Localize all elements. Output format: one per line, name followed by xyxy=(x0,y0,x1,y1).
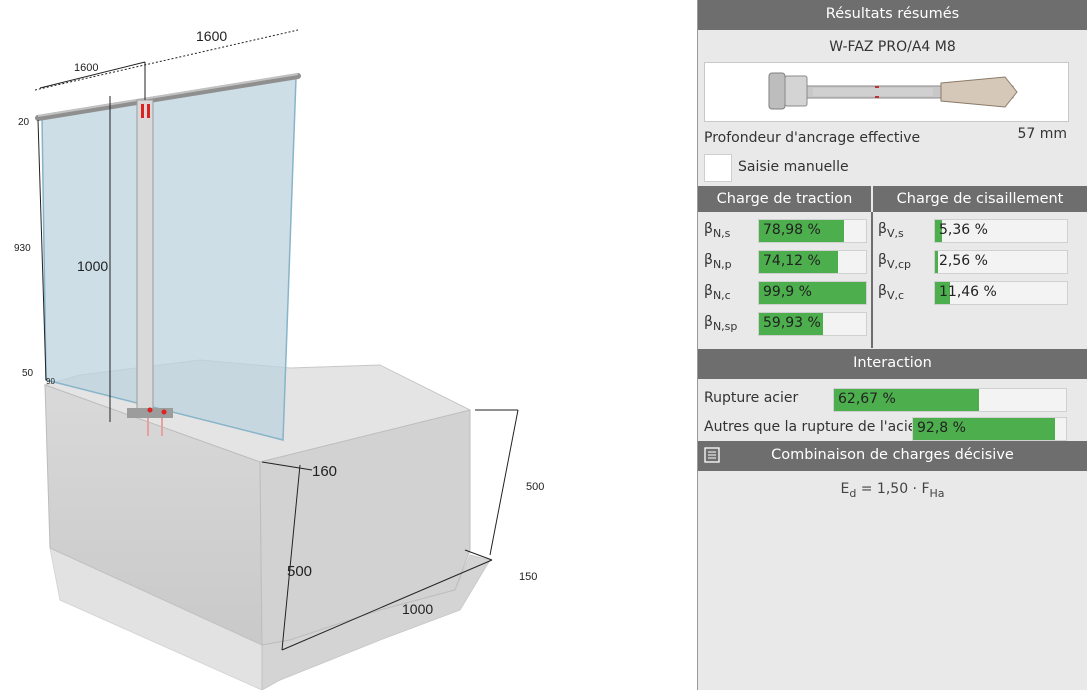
shear-value: 11,46 % xyxy=(939,284,997,300)
dim-left-height: 930 xyxy=(14,243,31,254)
formula-sub-ha: Ha xyxy=(929,486,945,500)
interaction-header: Interaction xyxy=(698,349,1087,379)
tension-row: βN,c 99,9 % xyxy=(704,281,867,305)
interaction-bar: 62,67 % xyxy=(833,388,1067,412)
product-name: W-FAZ PRO/A4 M8 xyxy=(829,39,956,55)
shear-symbol: βV,s xyxy=(878,221,904,240)
anchor-bolt-icon xyxy=(768,72,1018,110)
railing-drawing[interactable]: 1600 1600 20 930 50 90 1000 160 500 500 … xyxy=(0,0,697,690)
dim-left-top: 20 xyxy=(18,117,30,128)
tension-row: βN,sp 59,93 % xyxy=(704,312,867,336)
manual-entry-row[interactable]: Saisie manuelle xyxy=(698,154,1087,186)
formula-mid: = 1,50 · F xyxy=(856,481,930,497)
shear-header: Charge de cisaillement xyxy=(873,186,1087,212)
interaction-value: 62,67 % xyxy=(838,391,896,407)
shear-symbol: βV,c xyxy=(878,283,905,302)
dim-right-small: 150 xyxy=(519,571,537,583)
shear-row: βV,s 5,36 % xyxy=(878,219,1068,243)
dim-block-length: 1000 xyxy=(402,601,433,617)
shear-symbol: βV,cp xyxy=(878,252,911,271)
manual-entry-checkbox[interactable] xyxy=(704,154,732,182)
dim-rail-top: 1600 xyxy=(196,28,227,44)
tension-row: βN,p 74,12 % xyxy=(704,250,867,274)
interaction-value: 92,8 % xyxy=(917,420,966,436)
interaction-label: Autres que la rupture de l'acier xyxy=(704,419,923,435)
tension-value: 78,98 % xyxy=(763,222,821,238)
tension-value: 99,9 % xyxy=(763,284,812,300)
shear-bar: 5,36 % xyxy=(934,219,1068,243)
manual-entry-label: Saisie manuelle xyxy=(738,159,849,175)
list-icon[interactable] xyxy=(704,447,720,463)
shear-bar: 2,56 % xyxy=(934,250,1068,274)
tension-symbol: βN,p xyxy=(704,252,732,271)
tension-symbol: βN,s xyxy=(704,221,731,240)
tension-bar: 74,12 % xyxy=(758,250,867,274)
combination-formula: Ed = 1,50 · FHa xyxy=(698,481,1087,500)
3d-viewport[interactable]: 1600 1600 20 930 50 90 1000 160 500 500 … xyxy=(0,0,697,690)
loads-section: Charge de traction Charge de cisaillemen… xyxy=(698,186,1087,348)
combination-title: Combinaison de charges décisive xyxy=(771,447,1014,463)
anchor-image xyxy=(704,62,1069,122)
tension-symbol: βN,c xyxy=(704,283,731,302)
embedment-value: 57 mm xyxy=(1017,126,1067,142)
shear-bar: 11,46 % xyxy=(934,281,1068,305)
interaction-row: Rupture acier 62,67 % xyxy=(698,388,1087,414)
interaction-bar: 92,8 % xyxy=(912,417,1067,441)
interaction-row: Autres que la rupture de l'acier 92,8 % xyxy=(698,417,1087,443)
dim-post-height: 1000 xyxy=(77,258,108,274)
interaction-section: Rupture acier 62,67 % Autres que la ruptur… xyxy=(698,379,1087,441)
tension-bar: 78,98 % xyxy=(758,219,867,243)
dim-left-bottom: 50 xyxy=(22,368,34,379)
formula-e: E xyxy=(840,481,850,497)
shear-bar-fill xyxy=(935,251,939,273)
tension-value: 59,93 % xyxy=(763,315,821,331)
column-separator xyxy=(871,212,873,348)
results-panel: Résultats résumés W-FAZ PRO/A4 M8 Profon… xyxy=(698,0,1087,690)
dim-block-height-right: 500 xyxy=(526,481,544,493)
shear-value: 5,36 % xyxy=(939,222,988,238)
shear-row: βV,c 11,46 % xyxy=(878,281,1068,305)
dim-rail-left: 1600 xyxy=(74,62,98,74)
tension-bar: 59,93 % xyxy=(758,312,867,336)
shear-row: βV,cp 2,56 % xyxy=(878,250,1068,274)
tension-row: βN,s 78,98 % xyxy=(704,219,867,243)
summary-header: Résultats résumés xyxy=(698,0,1087,30)
interaction-label: Rupture acier xyxy=(704,390,799,406)
tension-header: Charge de traction xyxy=(698,186,871,212)
dim-edge: 160 xyxy=(312,463,337,480)
dim-left-bottom-small: 90 xyxy=(46,377,55,386)
combination-header: Combinaison de charges décisive xyxy=(698,441,1087,471)
shear-value: 2,56 % xyxy=(939,253,988,269)
embedment-label: Profondeur d'ancrage effective xyxy=(704,130,921,146)
dim-block-height-front: 500 xyxy=(287,563,312,580)
tension-bar: 99,9 % xyxy=(758,281,867,305)
tension-value: 74,12 % xyxy=(763,253,821,269)
tension-symbol: βN,sp xyxy=(704,314,738,333)
